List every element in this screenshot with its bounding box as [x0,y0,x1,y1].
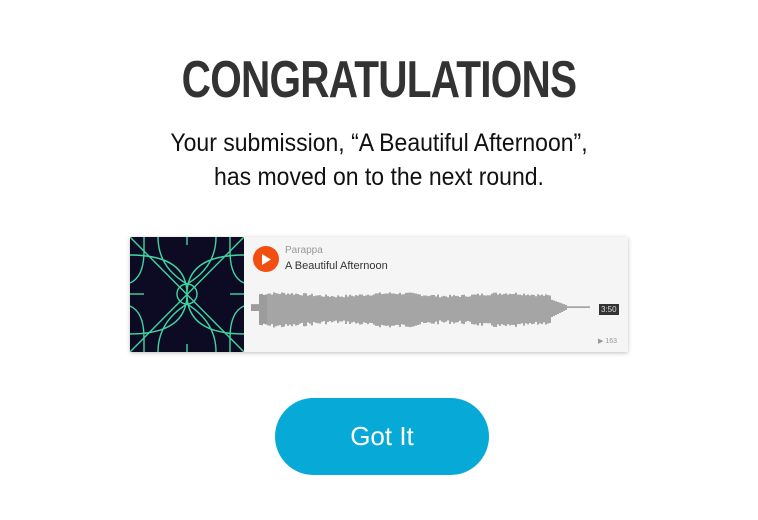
dialog-title: CONGRATULATIONS [181,51,577,109]
play-count-value: 163 [605,338,618,345]
play-count-icon: ▶ [598,338,604,345]
play-icon [262,253,271,265]
track-artist[interactable]: Parappa [285,245,323,256]
dialog-message: Your submission, “A Beautiful Afternoon”… [0,126,758,194]
waveform[interactable] [250,281,590,333]
message-line-2: has moved on to the next round. [214,163,544,191]
track-artwork[interactable] [130,237,244,352]
audio-player-embed: Parappa A Beautiful Afternoon 3:50 ▶ 163 [130,237,628,352]
play-button[interactable] [253,246,279,272]
track-title[interactable]: A Beautiful Afternoon [285,260,388,272]
track-duration: 3:50 [599,304,619,315]
got-it-button[interactable]: Got It [275,398,489,475]
play-count: ▶ 163 [598,337,617,345]
artwork-pattern [130,237,244,352]
message-line-1: Your submission, “A Beautiful Afternoon”… [170,129,588,157]
